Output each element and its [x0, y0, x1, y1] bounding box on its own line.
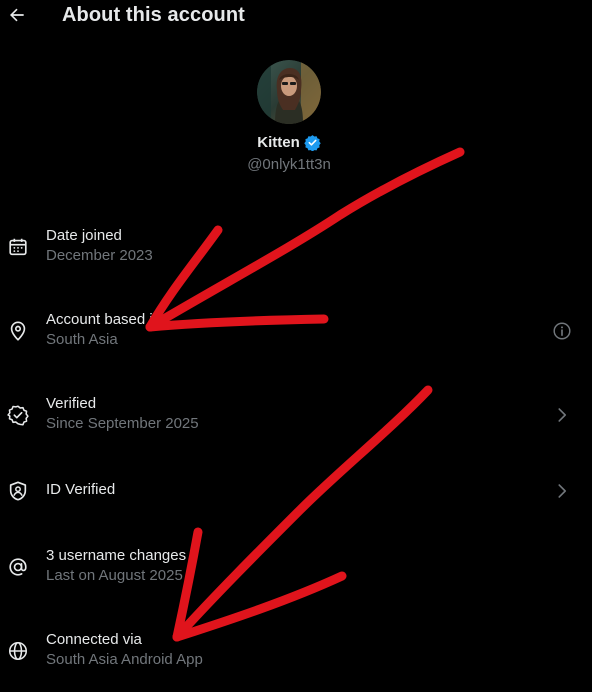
chevron-right-icon [558, 484, 567, 498]
back-button[interactable] [6, 4, 28, 26]
verified-check-icon [7, 405, 29, 426]
info-button[interactable] [551, 320, 573, 342]
about-account-page: About this account Kitten @0nlyk1tt3n Da… [0, 0, 592, 692]
row-account-based-in: Account based in South Asia [0, 310, 592, 370]
globe-icon [8, 641, 28, 661]
avatar-image [257, 60, 321, 124]
row-verified[interactable]: Verified Since September 2025 [0, 394, 592, 454]
row-username-changes: 3 username changes Last on August 2025 [0, 546, 592, 606]
row-label: Verified [46, 395, 97, 412]
row-label: ID Verified [46, 481, 116, 498]
display-name: Kitten [257, 134, 300, 151]
calendar-icon [9, 238, 27, 256]
display-name-row: Kitten [0, 134, 578, 151]
avatar[interactable] [257, 60, 321, 124]
header: About this account [0, 0, 592, 34]
chevron-right-button[interactable] [551, 404, 573, 426]
row-sub: South Asia Android App [46, 651, 203, 668]
row-id-verified[interactable]: ID Verified [0, 480, 592, 540]
row-label: Account based in [46, 311, 162, 328]
id-shield-icon [9, 481, 27, 501]
verified-badge-icon [304, 135, 321, 151]
row-sub: Since September 2025 [46, 415, 199, 432]
row-sub: December 2023 [46, 247, 153, 264]
handle: @0nlyk1tt3n [247, 156, 331, 173]
row-sub: Last on August 2025 [46, 567, 183, 584]
at-sign-icon [9, 558, 27, 576]
row-sub: South Asia [46, 331, 118, 348]
row-connected-via: Connected via South Asia Android App [0, 630, 592, 690]
row-label: Date joined [46, 227, 122, 244]
chevron-right-icon [558, 408, 567, 422]
row-label: Connected via [46, 631, 142, 648]
location-pin-icon [10, 321, 26, 341]
back-arrow-icon [10, 8, 24, 22]
page-title: About this account [62, 4, 245, 26]
row-date-joined: Date joined December 2023 [0, 226, 592, 286]
chevron-right-button[interactable] [551, 480, 573, 502]
info-icon [553, 322, 571, 340]
row-label: 3 username changes [46, 547, 187, 564]
